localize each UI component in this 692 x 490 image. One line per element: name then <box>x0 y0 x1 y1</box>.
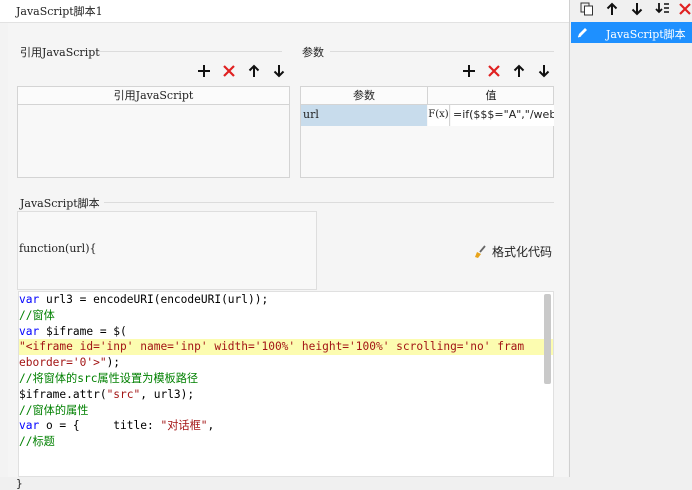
code-token: url3 = encodeURI(encodeURI(url)); <box>39 293 269 306</box>
code-token: "<iframe id='inp' name='inp' width='100%… <box>19 340 525 354</box>
code-token: //窗体的属性 <box>19 403 89 417</box>
script-list-item[interactable]: JavaScript脚本 <box>571 22 692 43</box>
code-token: var <box>19 293 40 306</box>
code-line: //将窗体的src属性设置为模板路径 <box>19 371 553 387</box>
code-token: "src" <box>106 387 141 401</box>
move-script-up-button[interactable] <box>603 0 621 18</box>
arrow-up-icon <box>248 64 260 77</box>
code-token: var <box>19 419 40 433</box>
plus-icon <box>198 65 210 77</box>
add-param-button[interactable] <box>460 62 478 80</box>
delete-param-button[interactable] <box>485 62 503 80</box>
code-token: var <box>19 324 40 338</box>
params-header-row: 参数 值 <box>301 87 553 105</box>
code-line: //窗体的属性 <box>19 403 553 419</box>
code-token: ); <box>106 356 121 370</box>
move-param-up-button[interactable] <box>510 62 528 80</box>
param-row-name[interactable]: url <box>301 105 427 126</box>
params-separator <box>330 51 554 52</box>
code-token: "对话框" <box>160 419 208 433</box>
editor-panel: 引用JavaScript 引用JavaScript 参数 参数 值 url F(… <box>8 23 568 490</box>
script-separator <box>104 202 554 203</box>
references-section-title: 引用JavaScript <box>20 46 100 59</box>
code-line: //窗体 <box>19 308 553 324</box>
script-editor-window: JavaScript脚本1 引用JavaScript 引用JavaScript … <box>0 0 570 490</box>
references-separator <box>98 51 282 52</box>
param-row-value[interactable]: =if($$$="A","/webi <box>451 105 554 126</box>
code-line: eborder='0'>"); <box>19 355 553 371</box>
code-token: , <box>207 419 215 433</box>
code-vertical-scrollbar[interactable] <box>544 294 551 384</box>
code-token: eborder='0'>" <box>19 356 107 370</box>
code-token: $iframe.attr( <box>19 387 107 401</box>
param-name-column-header: 参数 <box>301 87 428 104</box>
pencil-icon <box>577 28 587 38</box>
window-title: JavaScript脚本1 <box>16 5 103 18</box>
params-section-title: 参数 <box>302 46 324 59</box>
move-script-down-button[interactable] <box>628 0 646 18</box>
code-token: $iframe = $( <box>39 324 127 338</box>
script-list-item-label: JavaScript脚本 <box>606 28 686 41</box>
close-icon <box>679 3 691 15</box>
code-token: , url3); <box>140 387 195 401</box>
code-line: var url3 = encodeURI(encodeURI(url)); <box>19 292 553 308</box>
add-reference-button[interactable] <box>195 62 213 80</box>
arrow-down-icon <box>631 3 643 16</box>
function-signature: function(url){ <box>19 242 97 255</box>
move-script-bottom-button[interactable] <box>653 0 671 18</box>
broom-icon <box>475 244 486 258</box>
code-token: o = { title: <box>39 419 161 433</box>
copy-icon <box>580 2 593 16</box>
arrow-bottom-icon <box>655 3 669 14</box>
code-line: var o = { title: "对话框", <box>19 418 553 434</box>
function-header-box: function(url){ <box>17 211 317 290</box>
code-line: "<iframe id='inp' name='inp' width='100%… <box>19 339 553 356</box>
code-editor[interactable]: var url3 = encodeURI(encodeURI(url));//窗… <box>18 291 554 477</box>
function-closing-brace: } <box>16 477 23 490</box>
arrow-down-icon <box>273 65 285 78</box>
code-token: //将窗体的src属性设置为模板路径 <box>19 371 199 385</box>
function-icon: F(x) <box>428 109 449 120</box>
move-reference-up-button[interactable] <box>245 62 263 80</box>
arrow-up-icon <box>606 2 618 15</box>
arrow-down-icon <box>538 65 550 78</box>
formula-editor-button[interactable]: F(x) <box>428 105 450 126</box>
code-token: //标题 <box>19 435 55 449</box>
delete-script-button[interactable] <box>676 0 692 18</box>
references-grid[interactable]: 引用JavaScript <box>17 86 290 178</box>
copy-script-button[interactable] <box>578 0 596 18</box>
arrow-up-icon <box>513 64 525 77</box>
close-icon <box>223 65 235 77</box>
window-titlebar: JavaScript脚本1 <box>0 0 569 23</box>
delete-reference-button[interactable] <box>220 62 238 80</box>
params-grid[interactable]: 参数 值 url F(x) =if($$$="A","/webi <box>300 86 554 178</box>
move-reference-down-button[interactable] <box>270 62 288 80</box>
plus-icon <box>463 65 475 77</box>
code-token: //窗体 <box>19 308 55 322</box>
code-line: //标题 <box>19 434 553 450</box>
close-icon <box>488 65 500 77</box>
code-lines: var url3 = encodeURI(encodeURI(url));//窗… <box>19 292 553 450</box>
code-line: $iframe.attr("src", url3); <box>19 387 553 403</box>
code-line: var $iframe = $( <box>19 324 553 340</box>
script-list-panel: JavaScript脚本 <box>571 0 692 477</box>
format-code-button[interactable]: 格式化代码 <box>474 243 552 260</box>
references-column-header: 引用JavaScript <box>18 87 289 105</box>
move-param-down-button[interactable] <box>535 62 553 80</box>
format-code-label: 格式化代码 <box>492 245 553 259</box>
script-section-title: JavaScript脚本 <box>20 197 100 210</box>
param-value-column-header: 值 <box>485 89 497 102</box>
